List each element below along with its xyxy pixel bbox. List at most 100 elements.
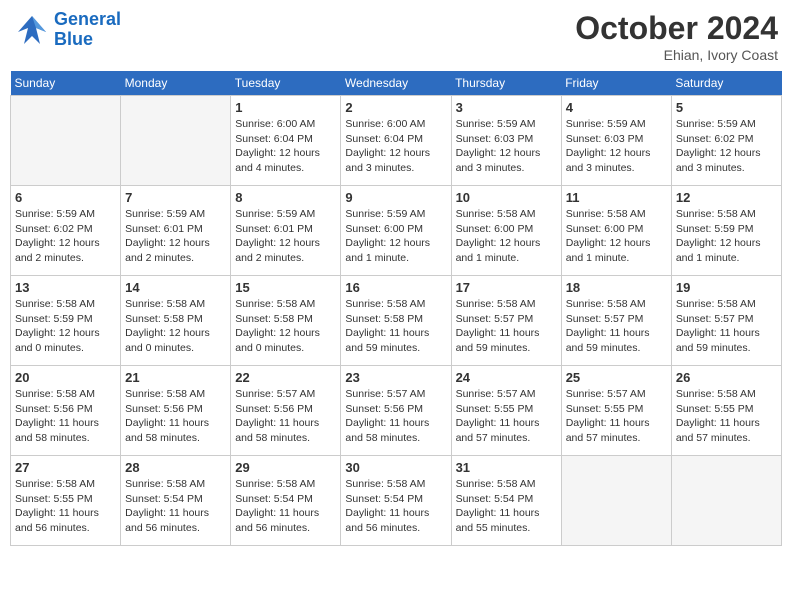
week-row-2: 6 Sunrise: 5:59 AM Sunset: 6:02 PM Daylig… (11, 186, 782, 276)
day-number: 23 (345, 370, 446, 385)
day-number: 31 (456, 460, 557, 475)
weekday-header-sunday: Sunday (11, 71, 121, 96)
calendar-table: SundayMondayTuesdayWednesdayThursdayFrid… (10, 71, 782, 546)
month-info: October 2024 Ehian, Ivory Coast (575, 10, 778, 63)
day-number: 13 (15, 280, 116, 295)
day-detail: Sunrise: 5:58 AM Sunset: 5:55 PM Dayligh… (15, 477, 116, 536)
day-detail: Sunrise: 5:57 AM Sunset: 5:56 PM Dayligh… (235, 387, 336, 446)
day-number: 9 (345, 190, 446, 205)
day-detail: Sunrise: 5:57 AM Sunset: 5:56 PM Dayligh… (345, 387, 446, 446)
calendar-cell-1-1 (11, 96, 121, 186)
day-number: 11 (566, 190, 667, 205)
day-detail: Sunrise: 5:58 AM Sunset: 6:00 PM Dayligh… (566, 207, 667, 266)
day-number: 14 (125, 280, 226, 295)
calendar-cell-4-5: 24Sunrise: 5:57 AM Sunset: 5:55 PM Dayli… (451, 366, 561, 456)
day-detail: Sunrise: 5:59 AM Sunset: 6:00 PM Dayligh… (345, 207, 446, 266)
day-detail: Sunrise: 5:58 AM Sunset: 5:59 PM Dayligh… (676, 207, 777, 266)
day-number: 5 (676, 100, 777, 115)
week-row-3: 13Sunrise: 5:58 AM Sunset: 5:59 PM Dayli… (11, 276, 782, 366)
day-number: 22 (235, 370, 336, 385)
day-number: 6 (15, 190, 116, 205)
day-number: 3 (456, 100, 557, 115)
day-detail: Sunrise: 5:58 AM Sunset: 5:54 PM Dayligh… (456, 477, 557, 536)
logo: General Blue (14, 10, 121, 50)
weekday-header-friday: Friday (561, 71, 671, 96)
weekday-header-tuesday: Tuesday (231, 71, 341, 96)
day-number: 26 (676, 370, 777, 385)
day-detail: Sunrise: 5:58 AM Sunset: 5:58 PM Dayligh… (345, 297, 446, 356)
calendar-cell-1-5: 3 Sunrise: 5:59 AM Sunset: 6:03 PM Daylig… (451, 96, 561, 186)
day-number: 27 (15, 460, 116, 475)
day-number: 19 (676, 280, 777, 295)
day-number: 28 (125, 460, 226, 475)
calendar-cell-5-7 (671, 456, 781, 546)
calendar-cell-3-7: 19Sunrise: 5:58 AM Sunset: 5:57 PM Dayli… (671, 276, 781, 366)
calendar-cell-5-3: 29 Sunrise: 5:58 AM Sunset: 5:54 PM Dayli… (231, 456, 341, 546)
day-detail: Sunrise: 6:00 AM Sunset: 6:04 PM Dayligh… (235, 117, 336, 176)
day-number: 7 (125, 190, 226, 205)
day-detail: Sunrise: 5:59 AM Sunset: 6:02 PM Dayligh… (15, 207, 116, 266)
day-detail: Sunrise: 5:59 AM Sunset: 6:01 PM Dayligh… (235, 207, 336, 266)
calendar-cell-1-7: 5Sunrise: 5:59 AM Sunset: 6:02 PM Daylig… (671, 96, 781, 186)
calendar-cell-3-3: 15 Sunrise: 5:58 AM Sunset: 5:58 PM Dayli… (231, 276, 341, 366)
calendar-cell-4-2: 21 Sunrise: 5:58 AM Sunset: 5:56 PM Dayli… (121, 366, 231, 456)
day-detail: Sunrise: 6:00 AM Sunset: 6:04 PM Dayligh… (345, 117, 446, 176)
day-number: 25 (566, 370, 667, 385)
day-detail: Sunrise: 5:57 AM Sunset: 5:55 PM Dayligh… (566, 387, 667, 446)
day-detail: Sunrise: 5:58 AM Sunset: 6:00 PM Dayligh… (456, 207, 557, 266)
calendar-cell-4-1: 20 Sunrise: 5:58 AM Sunset: 5:56 PM Dayli… (11, 366, 121, 456)
logo-text: General Blue (54, 10, 121, 50)
day-detail: Sunrise: 5:58 AM Sunset: 5:54 PM Dayligh… (235, 477, 336, 536)
calendar-cell-3-1: 13Sunrise: 5:58 AM Sunset: 5:59 PM Dayli… (11, 276, 121, 366)
day-number: 21 (125, 370, 226, 385)
calendar-cell-2-5: 10Sunrise: 5:58 AM Sunset: 6:00 PM Dayli… (451, 186, 561, 276)
day-number: 30 (345, 460, 446, 475)
day-detail: Sunrise: 5:59 AM Sunset: 6:03 PM Dayligh… (566, 117, 667, 176)
day-detail: Sunrise: 5:58 AM Sunset: 5:57 PM Dayligh… (456, 297, 557, 356)
week-row-4: 20 Sunrise: 5:58 AM Sunset: 5:56 PM Dayli… (11, 366, 782, 456)
day-detail: Sunrise: 5:58 AM Sunset: 5:57 PM Dayligh… (566, 297, 667, 356)
weekday-header-wednesday: Wednesday (341, 71, 451, 96)
calendar-cell-5-5: 31 Sunrise: 5:58 AM Sunset: 5:54 PM Dayli… (451, 456, 561, 546)
calendar-cell-4-3: 22 Sunrise: 5:57 AM Sunset: 5:56 PM Dayli… (231, 366, 341, 456)
calendar-cell-1-6: 4 Sunrise: 5:59 AM Sunset: 6:03 PM Daylig… (561, 96, 671, 186)
day-number: 29 (235, 460, 336, 475)
day-detail: Sunrise: 5:58 AM Sunset: 5:56 PM Dayligh… (15, 387, 116, 446)
calendar-cell-4-4: 23 Sunrise: 5:57 AM Sunset: 5:56 PM Dayli… (341, 366, 451, 456)
calendar-cell-1-3: 1 Sunrise: 6:00 AM Sunset: 6:04 PM Daylig… (231, 96, 341, 186)
location: Ehian, Ivory Coast (575, 47, 778, 63)
day-number: 4 (566, 100, 667, 115)
weekday-header-saturday: Saturday (671, 71, 781, 96)
calendar-cell-2-2: 7 Sunrise: 5:59 AM Sunset: 6:01 PM Daylig… (121, 186, 231, 276)
day-number: 18 (566, 280, 667, 295)
day-detail: Sunrise: 5:58 AM Sunset: 5:55 PM Dayligh… (676, 387, 777, 446)
calendar-cell-5-4: 30 Sunrise: 5:58 AM Sunset: 5:54 PM Dayli… (341, 456, 451, 546)
day-number: 8 (235, 190, 336, 205)
calendar-cell-2-3: 8 Sunrise: 5:59 AM Sunset: 6:01 PM Daylig… (231, 186, 341, 276)
calendar-cell-2-4: 9 Sunrise: 5:59 AM Sunset: 6:00 PM Daylig… (341, 186, 451, 276)
weekday-header-monday: Monday (121, 71, 231, 96)
day-number: 20 (15, 370, 116, 385)
day-number: 1 (235, 100, 336, 115)
day-detail: Sunrise: 5:58 AM Sunset: 5:58 PM Dayligh… (235, 297, 336, 356)
calendar-cell-3-5: 17Sunrise: 5:58 AM Sunset: 5:57 PM Dayli… (451, 276, 561, 366)
calendar-cell-4-6: 25 Sunrise: 5:57 AM Sunset: 5:55 PM Dayli… (561, 366, 671, 456)
day-number: 15 (235, 280, 336, 295)
calendar-cell-1-2 (121, 96, 231, 186)
calendar-cell-3-2: 14 Sunrise: 5:58 AM Sunset: 5:58 PM Dayli… (121, 276, 231, 366)
calendar-cell-5-6 (561, 456, 671, 546)
calendar-cell-3-4: 16 Sunrise: 5:58 AM Sunset: 5:58 PM Dayli… (341, 276, 451, 366)
calendar-cell-2-7: 12Sunrise: 5:58 AM Sunset: 5:59 PM Dayli… (671, 186, 781, 276)
calendar-cell-5-1: 27 Sunrise: 5:58 AM Sunset: 5:55 PM Dayli… (11, 456, 121, 546)
week-row-1: 1 Sunrise: 6:00 AM Sunset: 6:04 PM Daylig… (11, 96, 782, 186)
day-detail: Sunrise: 5:58 AM Sunset: 5:54 PM Dayligh… (125, 477, 226, 536)
day-detail: Sunrise: 5:59 AM Sunset: 6:01 PM Dayligh… (125, 207, 226, 266)
calendar-cell-4-7: 26 Sunrise: 5:58 AM Sunset: 5:55 PM Dayli… (671, 366, 781, 456)
day-number: 16 (345, 280, 446, 295)
day-detail: Sunrise: 5:59 AM Sunset: 6:03 PM Dayligh… (456, 117, 557, 176)
day-detail: Sunrise: 5:58 AM Sunset: 5:54 PM Dayligh… (345, 477, 446, 536)
day-detail: Sunrise: 5:58 AM Sunset: 5:58 PM Dayligh… (125, 297, 226, 356)
calendar-cell-3-6: 18 Sunrise: 5:58 AM Sunset: 5:57 PM Dayli… (561, 276, 671, 366)
day-detail: Sunrise: 5:58 AM Sunset: 5:56 PM Dayligh… (125, 387, 226, 446)
day-number: 2 (345, 100, 446, 115)
